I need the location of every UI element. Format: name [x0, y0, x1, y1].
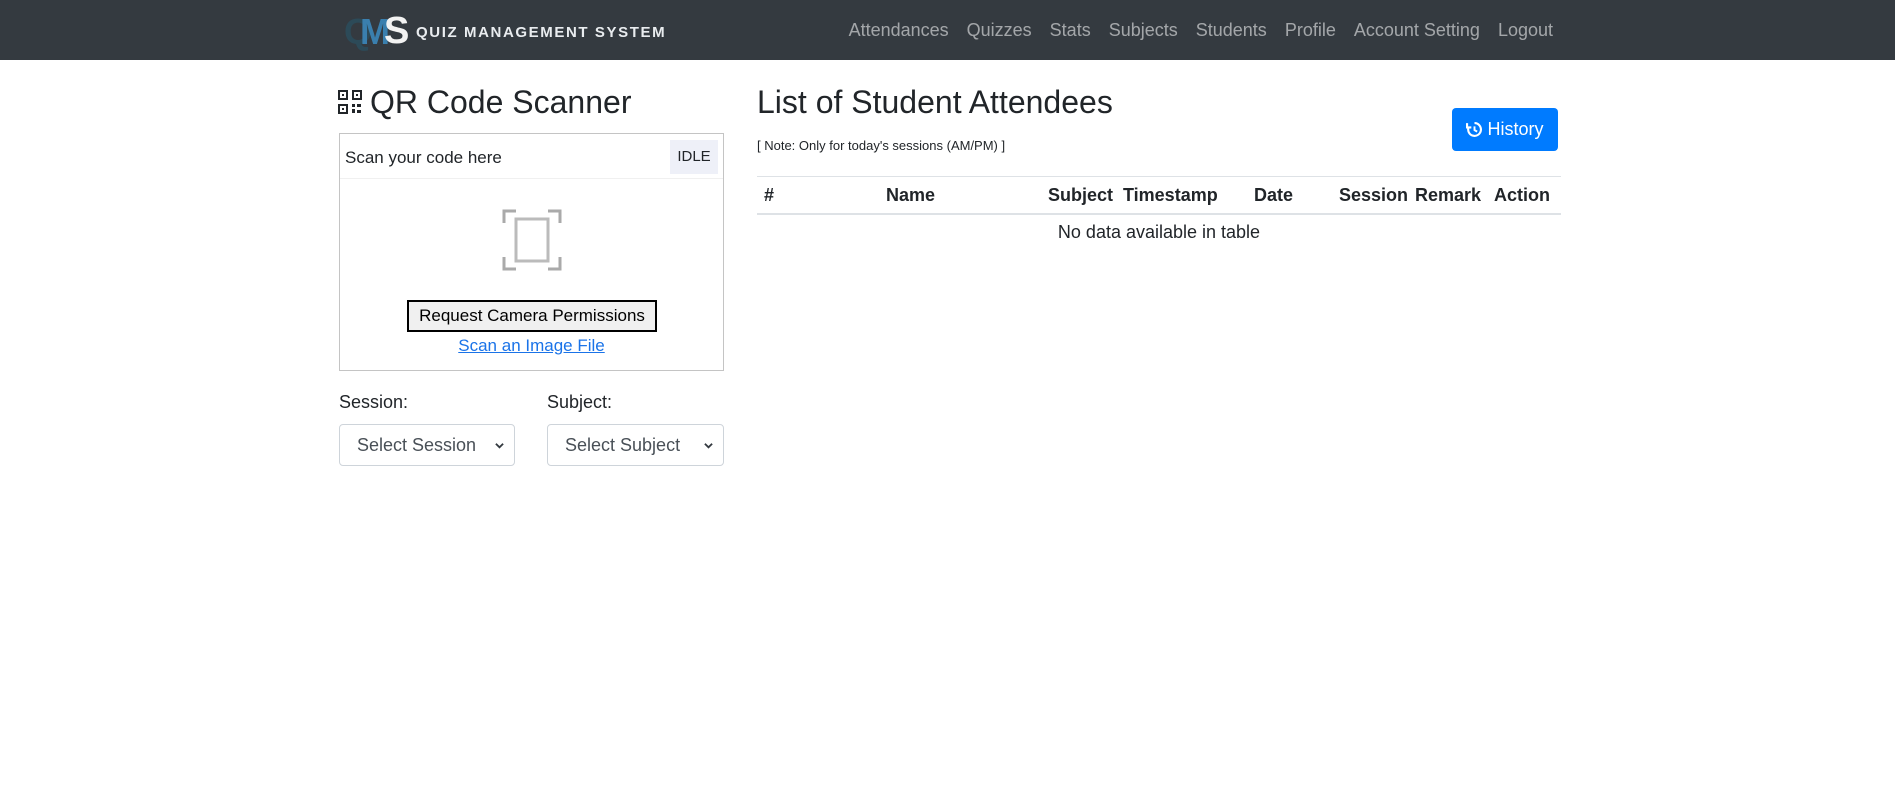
attendees-title: List of Student Attendees: [757, 84, 1113, 120]
history-button-label: History: [1487, 119, 1544, 139]
table-empty-message: No data available in table: [1057, 222, 1261, 242]
column-header-date[interactable]: Date: [1254, 185, 1293, 206]
nav-profile[interactable]: Profile: [1285, 20, 1336, 41]
attendees-note: [ Note: Only for today's sessions (AM/PM…: [757, 138, 1006, 153]
session-label: Session:: [339, 392, 409, 412]
request-camera-permissions-button[interactable]: Request Camera Permissions: [407, 300, 657, 332]
nav-stats[interactable]: Stats: [1050, 20, 1091, 41]
qr-scanner-panel: Scan your code here IDLE Request Camera …: [339, 133, 724, 371]
column-header-remark[interactable]: Remark: [1415, 185, 1481, 206]
scan-image-file-link[interactable]: Scan an Image File: [340, 336, 723, 356]
scanner-heading: QR Code Scanner: [338, 84, 631, 121]
nav-quizzes[interactable]: Quizzes: [967, 20, 1032, 41]
nav-subjects[interactable]: Subjects: [1109, 20, 1178, 41]
nav-menu: Attendances Quizzes Stats Subjects Stude…: [831, 0, 1553, 60]
session-select[interactable]: Select Session: [339, 424, 515, 466]
nav-students[interactable]: Students: [1196, 20, 1267, 41]
subject-select-value: Select Subject: [565, 435, 681, 455]
brand-logo[interactable]: Q M S QUIZ MANAGEMENT SYSTEM: [344, 10, 667, 52]
subject-select[interactable]: Select Subject: [547, 424, 724, 466]
column-header-action[interactable]: Action: [1494, 185, 1550, 206]
top-navbar: Q M S QUIZ MANAGEMENT SYSTEM Attendances…: [0, 0, 1895, 60]
camera-frame-icon: [502, 209, 562, 271]
attendees-table-header: # Name Subject Timestamp Date Session Re…: [757, 176, 1561, 215]
column-header-timestamp[interactable]: Timestamp: [1123, 185, 1218, 206]
session-select-value: Select Session: [357, 435, 477, 455]
column-header-subject[interactable]: Subject: [1048, 185, 1113, 206]
scanner-title: QR Code Scanner: [370, 84, 632, 120]
history-button[interactable]: History: [1452, 108, 1558, 151]
history-icon: [1466, 122, 1483, 137]
logo-mark: Q M S: [344, 10, 410, 52]
nav-logout[interactable]: Logout: [1498, 20, 1553, 41]
column-header-name[interactable]: Name: [886, 185, 935, 206]
nav-attendances[interactable]: Attendances: [849, 20, 949, 41]
nav-account-setting[interactable]: Account Setting: [1354, 20, 1480, 41]
scanner-status-badge: IDLE: [670, 140, 718, 174]
chevron-down-icon: [495, 443, 504, 449]
chevron-down-icon: [704, 443, 713, 449]
scanner-prompt: Scan your code here: [345, 148, 502, 167]
qr-code-icon: [338, 89, 362, 114]
scanner-header: Scan your code here IDLE: [340, 134, 723, 179]
column-header-session[interactable]: Session: [1339, 185, 1408, 206]
brand-text: QUIZ MANAGEMENT SYSTEM: [416, 23, 667, 41]
column-header-number[interactable]: #: [764, 185, 774, 206]
subject-label: Subject:: [547, 392, 613, 412]
